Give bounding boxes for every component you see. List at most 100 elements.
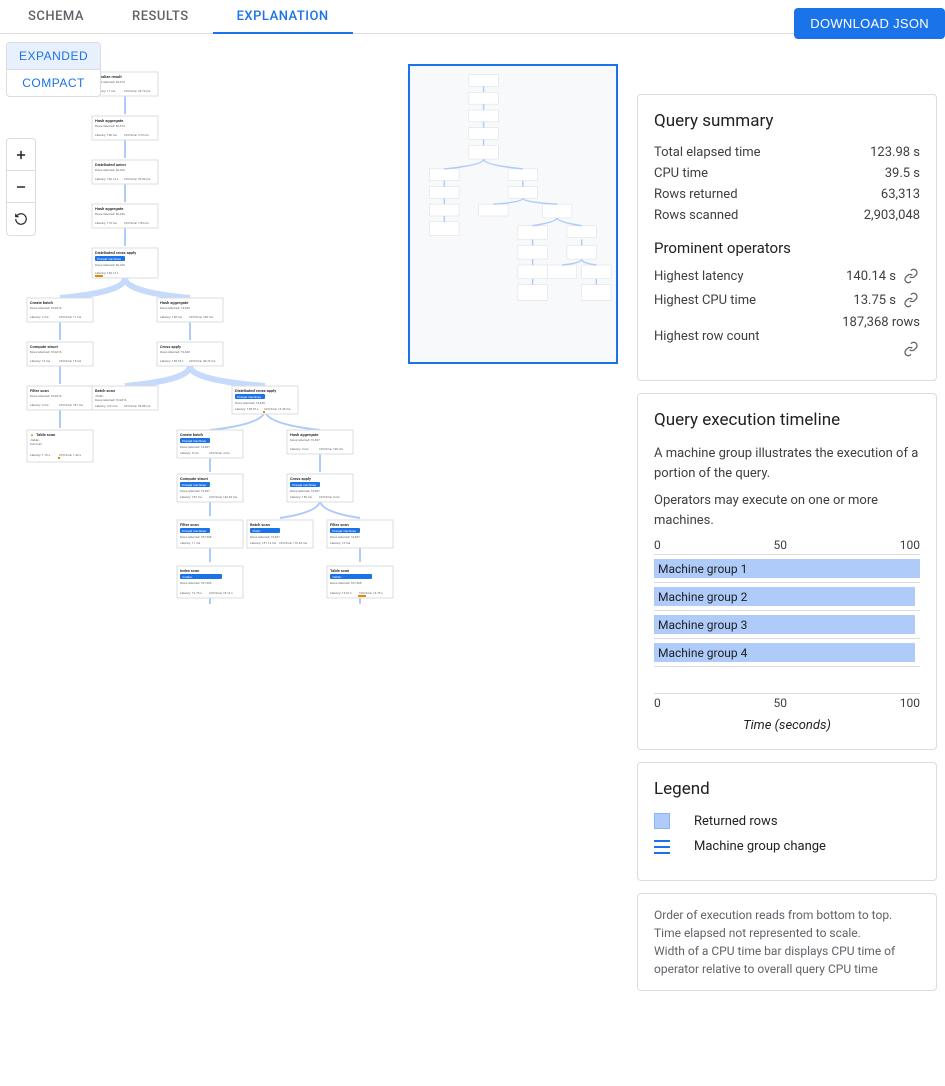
compact-button[interactable]: COMPACT: [7, 70, 100, 96]
prominent-row: Highest row count187,368 rows: [654, 315, 920, 358]
summary-row: Rows returned63,313: [654, 187, 920, 202]
svg-text:Full scan: Full scan: [30, 442, 42, 446]
timeline-bar[interactable]: Machine group 1: [654, 559, 920, 578]
svg-text:Table scan: Table scan: [36, 432, 56, 437]
svg-text:▲: ▲: [30, 432, 34, 437]
svg-text:Latency: 181.14 ms: Latency: 181.14 ms: [250, 541, 277, 545]
svg-text:8 target machines: 8 target machines: [332, 529, 356, 533]
svg-text:Hash aggregate: Hash aggregate: [290, 432, 319, 437]
svg-text:Latency: 138.07 s: Latency: 138.07 s: [235, 407, 259, 411]
svg-text:Latency: 19.75 s: Latency: 19.75 s: [180, 591, 202, 595]
link-icon[interactable]: [902, 291, 920, 309]
svg-text:Latency: 150 ms: Latency: 150 ms: [290, 495, 312, 499]
query-summary-card: Query summary Total elapsed time123.98 s…: [637, 94, 937, 381]
svg-text:Hash aggregate: Hash aggregate: [95, 118, 124, 123]
svg-text:CPU time: 52.88 ms: CPU time: 52.88 ms: [124, 404, 151, 408]
svg-text:Rows returned: 66,246: Rows returned: 66,246: [95, 263, 125, 267]
svg-text:CPU time: 4.79 ms: CPU time: 4.79 ms: [124, 133, 149, 137]
svg-text:8 target machines: 8 target machines: [97, 257, 121, 261]
zoom-out-button[interactable]: [7, 171, 35, 203]
query-plan-tree[interactable]: Serialize resultRows returned: 63,313Lat…: [10, 64, 410, 634]
prominent-row: Highest latency140.14 s: [654, 267, 920, 285]
svg-text:CPU time: 13.75 s: CPU time: 13.75 s: [359, 591, 383, 595]
svg-text:Latency: 138.18 s: Latency: 138.18 s: [160, 359, 184, 363]
svg-text:Latency: 13.67 s: Latency: 13.67 s: [330, 591, 352, 595]
svg-text:Hash aggregate: Hash aggregate: [160, 300, 189, 305]
svg-text:Rows returned: 63,313: Rows returned: 63,313: [95, 124, 125, 128]
svg-text:Rows returned: 104,016: Rows returned: 104,016: [30, 350, 62, 354]
svg-text:Index scan: Index scan: [180, 568, 200, 573]
svg-text:CPU time: 168 ms: CPU time: 168 ms: [189, 315, 213, 319]
zoom-reset-button[interactable]: [7, 203, 35, 235]
card-title: Query execution timeline: [654, 410, 920, 430]
svg-text:Rows returned: 187,368: Rows returned: 187,368: [180, 535, 212, 539]
timeline-desc: Operators may execute on one or more mac…: [654, 491, 920, 530]
svg-text:Latency: 168 ms: Latency: 168 ms: [160, 315, 182, 319]
svg-text:Latency: 140.14 s: Latency: 140.14 s: [95, 271, 119, 275]
download-json-button[interactable]: DOWNLOAD JSON: [794, 34, 945, 39]
svg-text:Distributed union: Distributed union: [95, 162, 127, 167]
svg-text:CPU time: 13.45 ms: CPU time: 13.45 ms: [264, 407, 291, 411]
svg-text:Rows returned: 66,246: Rows returned: 66,246: [95, 212, 125, 216]
prominent-row: Highest CPU time13.75 s: [654, 291, 920, 309]
summary-row: Total elapsed time123.98 s: [654, 145, 920, 160]
svg-text:Latency: 140.14 s: Latency: 140.14 s: [95, 177, 119, 181]
link-icon[interactable]: [902, 267, 920, 285]
svg-text:<field>: <field>: [252, 529, 261, 533]
svg-text:8 target machines: 8 target machines: [182, 529, 206, 533]
svg-text:Latency: 4 ms: Latency: 4 ms: [290, 447, 309, 451]
svg-text:Hash aggregate: Hash aggregate: [95, 206, 124, 211]
svg-text:Latency: 187 ms: Latency: 187 ms: [180, 495, 202, 499]
view-toggle: EXPANDED COMPACT: [6, 42, 101, 97]
svg-text:Rows returned: 74,630: Rows returned: 74,630: [160, 306, 190, 310]
timeline-card: Query execution timeline A machine group…: [637, 393, 937, 750]
svg-text:Rows returned: 104,016: Rows returned: 104,016: [95, 398, 127, 402]
svg-text:Distributed cross apply: Distributed cross apply: [95, 250, 136, 255]
svg-text:Batch scan: Batch scan: [95, 388, 116, 393]
svg-text:Latency: 11 ms: Latency: 11 ms: [180, 541, 201, 545]
svg-text:CPU time: 1.46 s: CPU time: 1.46 s: [59, 453, 82, 457]
svg-text:Rows returned: 74,657: Rows returned: 74,657: [290, 438, 320, 442]
svg-text:Latency: 4 ms: Latency: 4 ms: [30, 403, 49, 407]
legend-row: Returned rows: [654, 813, 920, 829]
svg-text:Rows returned: 74,630: Rows returned: 74,630: [160, 350, 190, 354]
svg-text:Rows returned: 74,657: Rows returned: 74,657: [180, 489, 210, 493]
svg-text:Rows returned: 74,657: Rows returned: 74,657: [180, 445, 210, 449]
svg-text:Create batch: Create batch: [180, 432, 204, 437]
expanded-button[interactable]: EXPANDED: [7, 43, 100, 70]
zoom-controls: [6, 138, 36, 236]
tab-explanation[interactable]: EXPLANATION: [213, 0, 353, 34]
legend-lines-icon: [654, 840, 670, 854]
legend-swatch-icon: [654, 813, 670, 829]
svg-text:Latency: 110 ms: Latency: 110 ms: [95, 221, 117, 225]
svg-text:Filter scan: Filter scan: [30, 388, 49, 393]
timeline-bar[interactable]: Machine group 4: [654, 643, 915, 662]
svg-text:Filter scan: Filter scan: [180, 522, 199, 527]
svg-text:<table>: <table>: [332, 575, 342, 579]
svg-text:Compute struct: Compute struct: [180, 476, 208, 481]
summary-row: CPU time39.5 s: [654, 166, 920, 181]
timeline-axis-top: 050100: [654, 538, 920, 552]
svg-text:8 target machines: 8 target machines: [182, 483, 206, 487]
svg-text:CPU time: 24.19 ms: CPU time: 24.19 ms: [124, 89, 151, 93]
timeline-bar[interactable]: Machine group 3: [654, 615, 915, 634]
svg-text:8 target machines: 8 target machines: [292, 483, 316, 487]
svg-text:Cross apply: Cross apply: [160, 344, 181, 349]
svg-text:Latency: 190 ms: Latency: 190 ms: [95, 133, 117, 137]
svg-text:Latency: 5 ms: Latency: 5 ms: [180, 451, 199, 455]
tab-results[interactable]: RESULTS: [108, 0, 213, 34]
timeline-axis-bottom: 050100: [654, 696, 920, 710]
svg-text:8 target machines: 8 target machines: [182, 439, 206, 443]
minimap[interactable]: [408, 64, 618, 364]
svg-text:Rows returned: 104,016: Rows returned: 104,016: [30, 306, 62, 310]
card-title: Legend: [654, 779, 920, 799]
svg-text:CPU time: 15 ms: CPU time: 15 ms: [59, 359, 82, 363]
zoom-in-button[interactable]: [7, 139, 35, 171]
tab-schema[interactable]: SCHEMA: [4, 0, 108, 34]
timeline-bar[interactable]: Machine group 2: [654, 587, 915, 606]
legend-card: Legend Returned rows Machine group chang…: [637, 762, 937, 881]
prominent-title: Prominent operators: [654, 239, 920, 257]
link-icon[interactable]: [902, 340, 920, 358]
svg-text:CPU time: 11 ms: CPU time: 11 ms: [59, 315, 82, 319]
legend-row: Machine group change: [654, 839, 920, 854]
